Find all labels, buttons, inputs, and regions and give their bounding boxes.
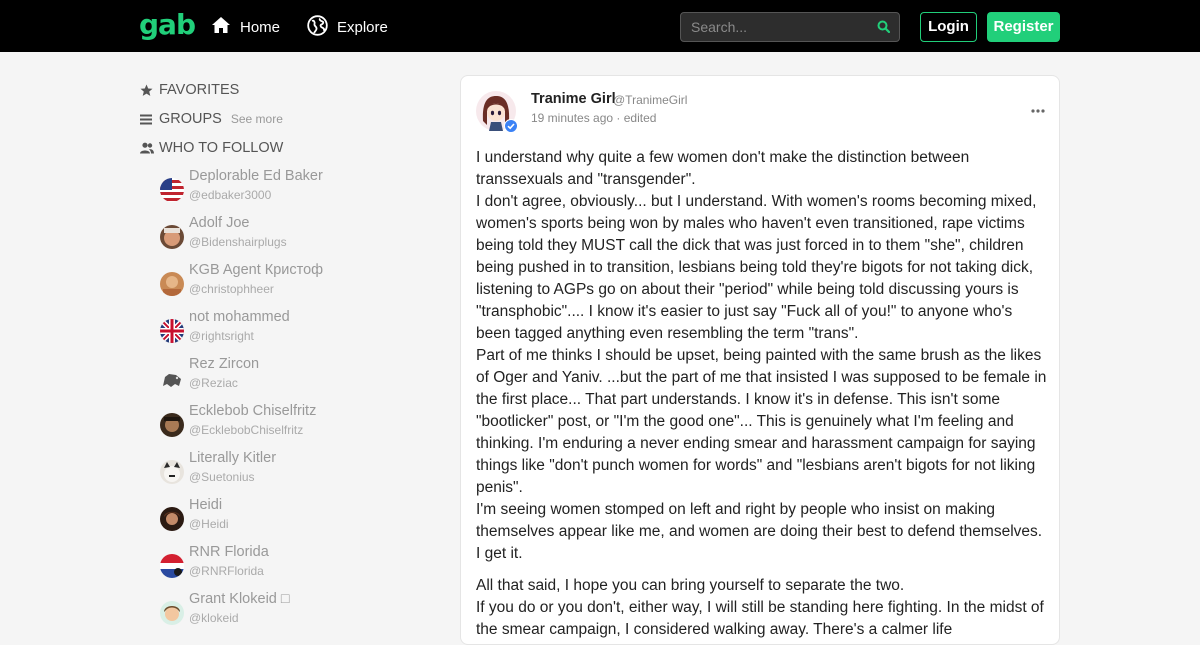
search-box	[680, 12, 900, 42]
follow-name: Adolf Joe	[189, 215, 250, 231]
register-button[interactable]: Register	[987, 12, 1060, 42]
sidebar-who-to-follow: WHO TO FOLLOW	[140, 138, 283, 158]
search-icon[interactable]	[877, 20, 891, 38]
follow-name: Deplorable Ed Baker	[189, 168, 323, 184]
star-icon	[140, 84, 159, 97]
follow-name: RNR Florida	[189, 544, 269, 560]
users-icon	[140, 142, 159, 154]
follow-item[interactable]: Heidi @Heidi	[160, 497, 400, 541]
follow-name: Ecklebob Chiselfritz	[189, 403, 317, 419]
follow-handle: @Suetonius	[189, 470, 255, 484]
groups-label: GROUPS	[159, 111, 222, 127]
nav-home-label: Home	[240, 18, 281, 36]
avatar	[160, 366, 184, 390]
post-card: Tranime Girl @TranimeGirl 19 minutes ago…	[460, 75, 1060, 645]
post-paragraph: I understand why quite a few women don't…	[476, 149, 1047, 562]
home-icon	[211, 16, 240, 38]
follow-handle: @edbaker3000	[189, 188, 272, 202]
follow-item[interactable]: RNR Florida @RNRFlorida	[160, 544, 400, 588]
favorites-label: FAVORITES	[159, 82, 240, 98]
follow-item[interactable]: not mohammed @rightsright	[160, 309, 400, 353]
avatar	[160, 319, 184, 343]
follow-handle: @klokeid	[189, 611, 239, 625]
top-navigation-bar: gab Home Explore Login Register	[0, 0, 1200, 52]
follow-handle: @rightsright	[189, 329, 254, 343]
gab-logo[interactable]: gab	[139, 9, 196, 41]
avatar	[160, 601, 184, 625]
follow-item[interactable]: Adolf Joe @Bidenshairplugs	[160, 215, 400, 259]
avatar	[160, 413, 184, 437]
avatar	[160, 507, 184, 531]
follow-name: Heidi	[189, 497, 223, 513]
more-options-icon[interactable]	[1031, 100, 1045, 118]
follow-name: Rez Zircon	[189, 356, 260, 372]
nav-home[interactable]: Home	[211, 15, 280, 39]
post-paragraph: All that said, I hope you can bring your…	[476, 577, 1044, 638]
sidebar-favorites[interactable]: FAVORITES	[140, 80, 239, 100]
follow-handle: @Reziac	[189, 376, 238, 390]
avatar	[160, 460, 184, 484]
follow-name: Grant Klokeid □	[189, 591, 290, 607]
search-input[interactable]	[681, 13, 886, 41]
list-icon	[140, 114, 159, 125]
avatar	[160, 225, 184, 249]
follow-name: KGB Agent Кристоф	[189, 262, 324, 278]
follow-item[interactable]: Ecklebob Chiselfritz @EcklebobChiselfrit…	[160, 403, 400, 447]
avatar	[160, 178, 184, 202]
verified-badge-icon	[504, 119, 518, 138]
follow-name: not mohammed	[189, 309, 290, 325]
follow-item[interactable]: Deplorable Ed Baker @edbaker3000	[160, 168, 400, 212]
avatar	[160, 554, 184, 578]
post-author-name[interactable]: Tranime Girl	[531, 91, 616, 107]
see-more-link[interactable]: See more	[231, 112, 283, 126]
follow-name: Literally Kitler	[189, 450, 277, 466]
follow-handle: @Bidenshairplugs	[189, 235, 287, 249]
follow-handle: @RNRFlorida	[189, 564, 264, 578]
follow-item[interactable]: Literally Kitler @Suetonius	[160, 450, 400, 494]
follow-handle: @EcklebobChiselfritz	[189, 423, 304, 437]
avatar	[160, 272, 184, 296]
follow-item[interactable]: KGB Agent Кристоф @christophheer	[160, 262, 400, 306]
follow-item[interactable]: Rez Zircon @Reziac	[160, 356, 400, 400]
nav-explore[interactable]: Explore	[307, 14, 388, 40]
who-to-follow-label: WHO TO FOLLOW	[159, 140, 284, 156]
post-timestamp[interactable]: 19 minutes ago · edited	[531, 111, 656, 125]
login-button[interactable]: Login	[920, 12, 977, 42]
follow-handle: @Heidi	[189, 517, 229, 531]
follow-handle: @christophheer	[189, 282, 274, 296]
follow-item[interactable]: Grant Klokeid □ @klokeid	[160, 591, 400, 635]
globe-icon	[307, 14, 337, 40]
post-author-handle[interactable]: @TranimeGirl	[613, 93, 687, 107]
sidebar-groups[interactable]: GROUPS See more	[140, 109, 283, 129]
post-body: I understand why quite a few women don't…	[476, 147, 1048, 644]
nav-explore-label: Explore	[337, 18, 388, 36]
